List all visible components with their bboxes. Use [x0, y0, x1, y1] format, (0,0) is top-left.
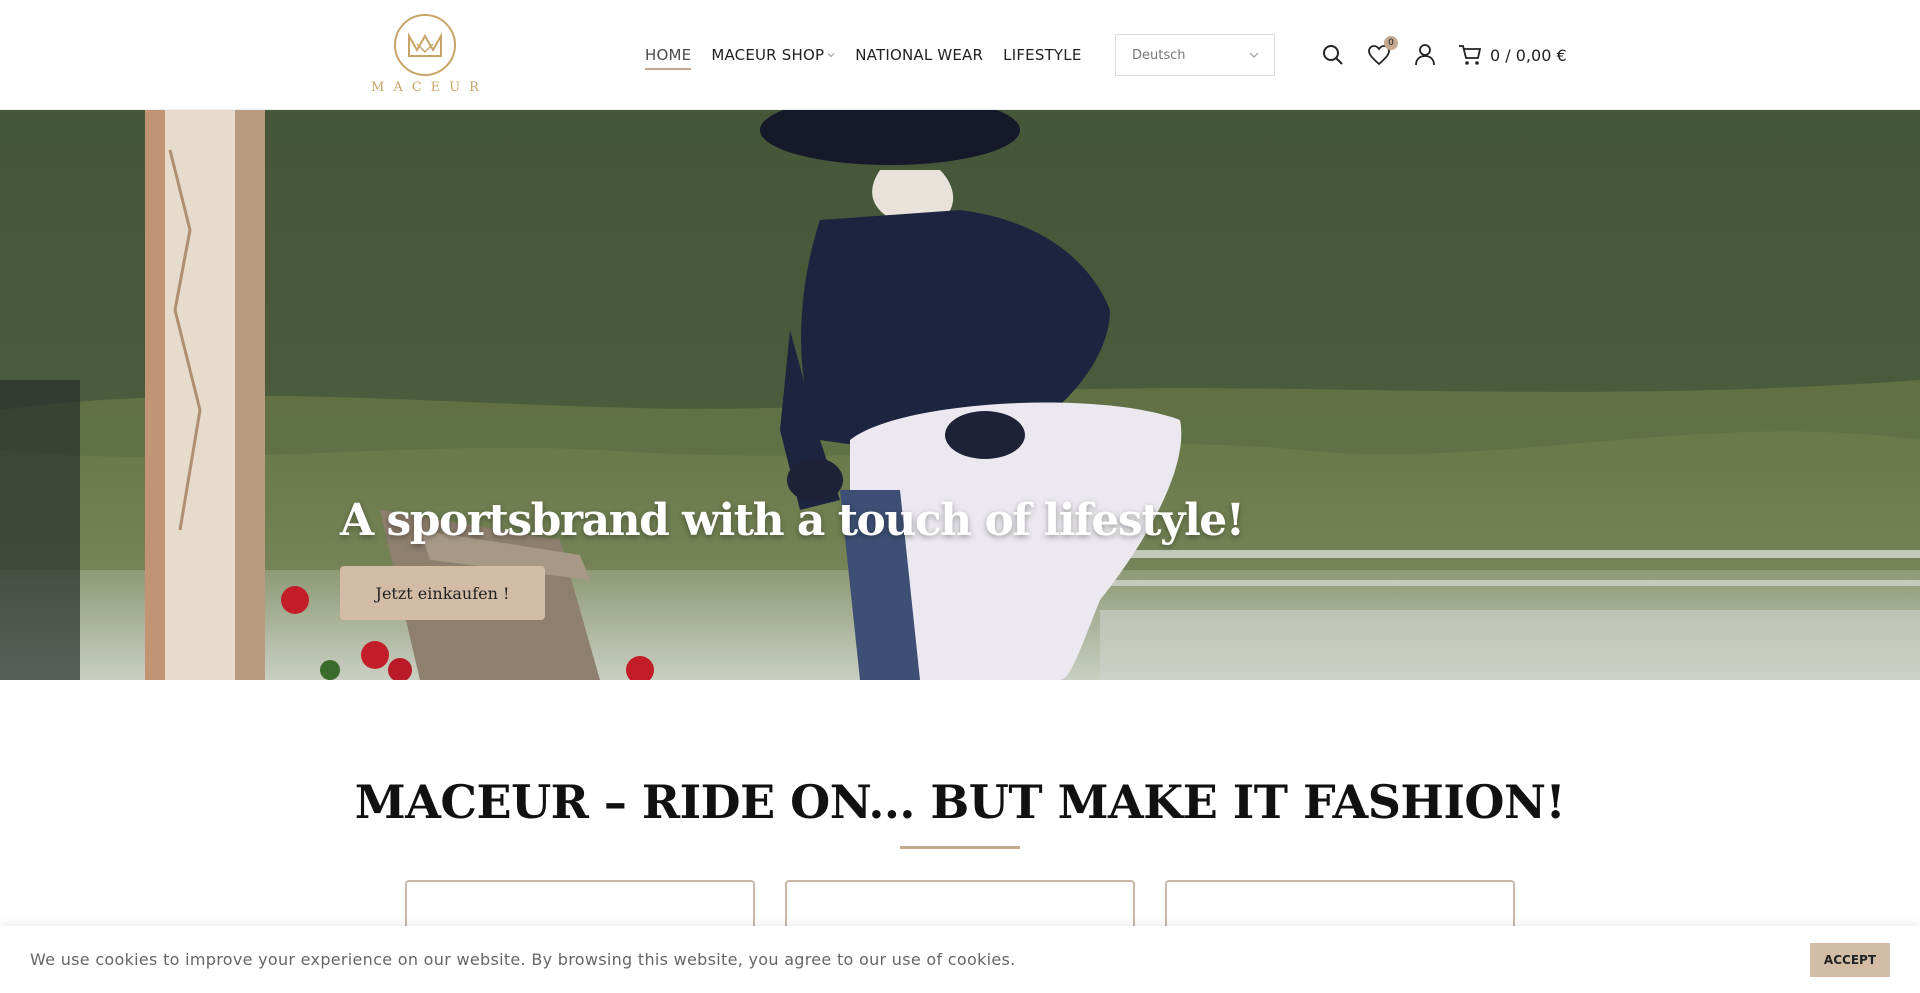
logo-wordmark: MACEUR	[371, 80, 488, 95]
main-nav: HOME MACEUR SHOP NATIONAL WEAR LIFESTYLE	[645, 0, 1082, 110]
hero-title: A sportsbrand with a touch of lifestyle!	[340, 495, 1245, 546]
hero-image	[0, 110, 1920, 680]
nav-item-label: HOME	[645, 46, 692, 64]
nav-item-label: NATIONAL WEAR	[855, 46, 984, 64]
cart-summary: 0 / 0,00 €	[1490, 45, 1567, 65]
header-tools: 0 0 / 0,00 €	[1320, 0, 1567, 110]
cookie-text: We use cookies to improve your experienc…	[30, 950, 1016, 969]
section-divider	[900, 846, 1020, 849]
nav-item-lifestyle[interactable]: LIFESTYLE	[1003, 46, 1081, 64]
search-icon[interactable]	[1320, 42, 1346, 68]
hero-banner: A sportsbrand with a touch of lifestyle!…	[0, 110, 1920, 680]
nav-item-maceur-shop[interactable]: MACEUR SHOP	[711, 46, 835, 64]
nav-item-home[interactable]: HOME	[645, 46, 692, 70]
language-select[interactable]: Deutsch	[1115, 34, 1275, 76]
nav-item-label: MACEUR SHOP	[711, 46, 825, 64]
cart-icon	[1459, 45, 1482, 65]
site-header: MACEUR HOME MACEUR SHOP NATIONAL WEAR LI…	[0, 0, 1920, 110]
wishlist-button[interactable]: 0	[1366, 36, 1398, 68]
section-title: MACEUR – RIDE ON... BUT MAKE IT FASHION!	[354, 775, 1566, 829]
chevron-down-icon	[1249, 52, 1259, 58]
crown-logo-icon	[394, 14, 456, 76]
nav-item-national-wear[interactable]: NATIONAL WEAR	[855, 46, 983, 64]
user-icon[interactable]	[1412, 42, 1438, 68]
cart-button[interactable]: 0 / 0,00 €	[1458, 44, 1567, 66]
accept-cookies-button[interactable]: ACCEPT	[1809, 942, 1890, 977]
shop-now-button[interactable]: Jetzt einkaufen !	[340, 566, 545, 620]
chevron-down-icon	[827, 53, 835, 58]
nav-item-label: LIFESTYLE	[1003, 46, 1082, 64]
language-selected: Deutsch	[1132, 47, 1186, 63]
wishlist-count-badge: 0	[1384, 36, 1398, 50]
site-logo[interactable]: MACEUR	[362, 14, 488, 96]
cookie-notice: We use cookies to improve your experienc…	[0, 926, 1920, 993]
